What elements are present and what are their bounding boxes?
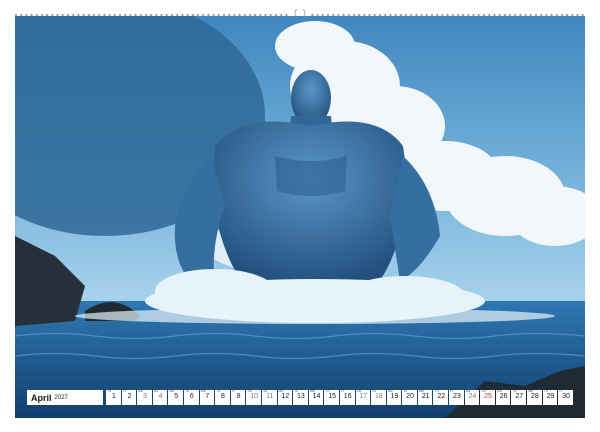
day-cell: Sa 3 xyxy=(137,389,152,405)
day-cell: Fr 9 xyxy=(230,389,246,405)
day-number: 9 xyxy=(236,393,241,400)
month-label: April 2027 xyxy=(27,390,103,405)
day-number: 21 xyxy=(421,393,430,400)
day-cell: Sa 17 xyxy=(355,389,371,405)
day-cell: Th 29 xyxy=(542,389,558,405)
day-number: 26 xyxy=(499,393,508,400)
day-number: 10 xyxy=(250,393,259,400)
day-number: 14 xyxy=(312,393,321,400)
day-number: 6 xyxy=(189,393,194,400)
day-cell: Tu 20 xyxy=(402,389,417,405)
day-cell: Su 4 xyxy=(152,389,168,405)
day-cell: Fr 23 xyxy=(449,389,464,405)
day-cell: Th 1 xyxy=(106,389,121,405)
day-number: 24 xyxy=(468,393,477,400)
day-cell: Th 22 xyxy=(433,389,449,405)
day-cells: Th 1 Fr 2 Sa 3 Su 4 Mo 5 Tu 6 We 7 Th 8 Fr 9 Sa 10 Su 11 Mo 12 T… xyxy=(106,389,573,405)
day-number: 17 xyxy=(359,393,368,400)
day-cell: Mo 26 xyxy=(495,389,511,405)
day-number: 13 xyxy=(297,393,305,400)
day-number: 12 xyxy=(281,393,290,400)
day-number: 18 xyxy=(374,393,383,400)
day-cell: Mo 12 xyxy=(277,389,293,405)
day-number: 16 xyxy=(343,393,352,400)
day-number: 20 xyxy=(406,393,414,400)
day-cell: We 14 xyxy=(308,389,324,405)
day-number: 1 xyxy=(111,393,116,400)
day-cell: Fr 16 xyxy=(339,389,355,405)
day-cell: Su 18 xyxy=(371,389,386,405)
day-number: 5 xyxy=(174,393,179,400)
day-cell: Sa 10 xyxy=(246,389,261,405)
day-number: 15 xyxy=(328,393,336,400)
day-number: 4 xyxy=(158,393,163,400)
day-number: 8 xyxy=(221,393,225,400)
day-cell: We 28 xyxy=(527,389,542,405)
day-number: 7 xyxy=(205,393,210,400)
day-number: 25 xyxy=(484,393,492,400)
day-number: 30 xyxy=(562,393,570,400)
day-cell: Fr 2 xyxy=(121,389,137,405)
day-number: 3 xyxy=(143,393,147,400)
day-cell: Th 15 xyxy=(324,389,339,405)
day-number: 22 xyxy=(437,393,446,400)
day-number: 2 xyxy=(127,393,132,400)
day-cell: Tu 13 xyxy=(293,389,308,405)
giant-seascape-image xyxy=(15,16,585,418)
day-number: 29 xyxy=(546,393,555,400)
calendar-strip: April 2027 Th 1 Fr 2 Sa 3 Su 4 Mo 5 Tu 6 We 7 Th 8 Fr 9 Sa… xyxy=(27,389,573,405)
calendar-photo xyxy=(15,16,585,418)
day-number: 28 xyxy=(530,393,539,400)
day-cell: Mo 19 xyxy=(386,389,402,405)
year-label: 2027 xyxy=(54,394,68,401)
day-cell: Tu 6 xyxy=(183,389,199,405)
day-cell: We 7 xyxy=(199,389,215,405)
day-cell: Su 25 xyxy=(480,389,495,405)
day-cell: We 21 xyxy=(417,389,433,405)
month-name: April xyxy=(31,392,52,403)
day-cell: Mo 5 xyxy=(168,389,183,405)
day-cell: Su 11 xyxy=(261,389,277,405)
day-cell: Th 8 xyxy=(215,389,230,405)
day-number: 19 xyxy=(390,393,399,400)
day-number: 11 xyxy=(266,393,274,400)
day-cell: Tu 27 xyxy=(511,389,527,405)
day-cell: Fr 30 xyxy=(558,389,573,405)
day-cell: Sa 24 xyxy=(464,389,480,405)
day-number: 23 xyxy=(452,393,461,400)
day-number: 27 xyxy=(515,393,524,400)
